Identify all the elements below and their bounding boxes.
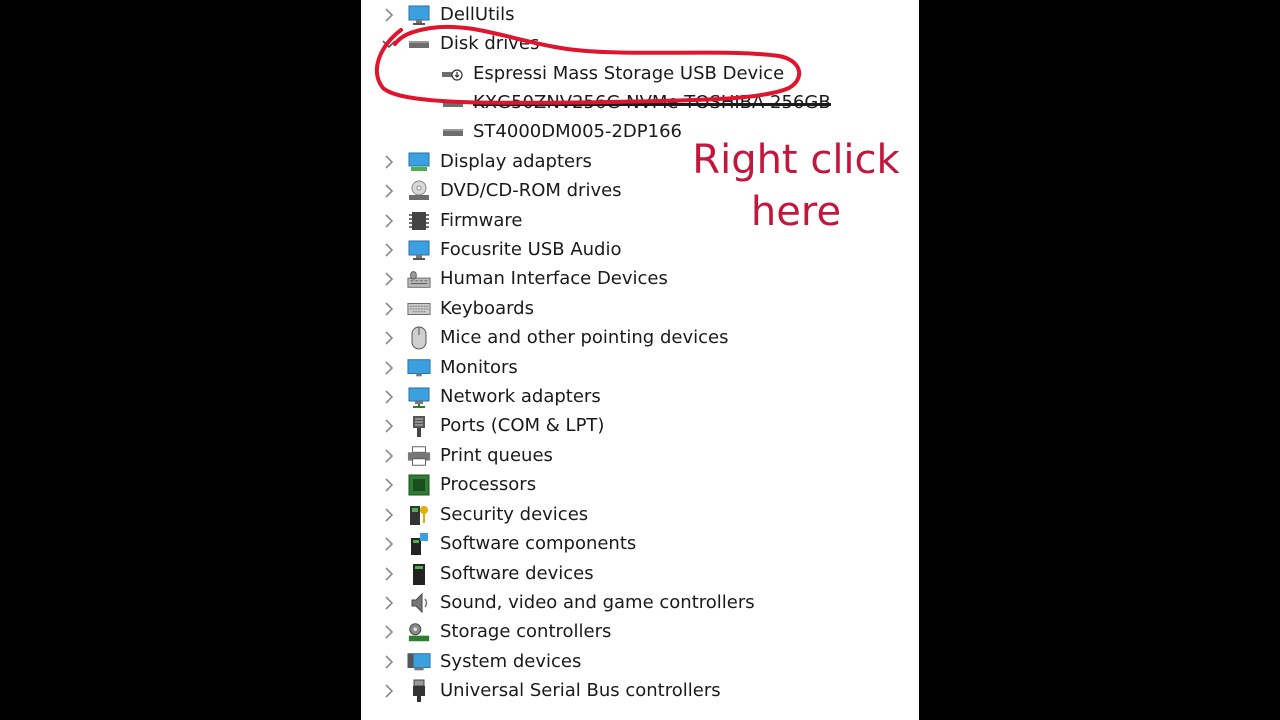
tree-item-label: Software devices [440, 563, 594, 584]
tree-item-label: DellUtils [440, 4, 515, 25]
chevron-right-icon[interactable] [381, 180, 397, 202]
audio-device-icon [407, 238, 431, 262]
system-devices-icon [407, 650, 431, 674]
drive-icon [407, 32, 431, 56]
software-devices-icon [407, 562, 431, 586]
tree-item-label: DVD/CD-ROM drives [440, 180, 622, 201]
tree-item-label: Monitors [440, 357, 518, 378]
firmware-icon [407, 209, 431, 233]
display-adapter-icon [407, 150, 431, 174]
tree-item-label: Security devices [440, 504, 589, 525]
chevron-right-icon[interactable] [381, 268, 397, 290]
tree-item-label: KXG50ZNV256G NVMe TOSHIBA 256GB [473, 92, 831, 113]
tree-item-monitors[interactable]: Monitors [381, 355, 518, 381]
monitor-icon [407, 356, 431, 380]
chevron-right-icon[interactable] [381, 474, 397, 496]
right-click-annotation: Right click here [671, 134, 919, 238]
chevron-right-icon[interactable] [381, 680, 397, 702]
chevron-right-icon[interactable] [381, 533, 397, 555]
tree-item-toshiba-nvme[interactable]: KXG50ZNV256G NVMe TOSHIBA 256GB [441, 90, 831, 116]
keyboard-icon [407, 297, 431, 321]
dvd-icon [407, 179, 431, 203]
chevron-right-icon[interactable] [381, 239, 397, 261]
software-components-icon [407, 532, 431, 556]
tree-item-label: Ports (COM & LPT) [440, 415, 605, 436]
tree-item-storage-controllers[interactable]: Storage controllers [381, 619, 611, 645]
tree-item-display-adapters[interactable]: Display adapters [381, 149, 592, 175]
chevron-right-icon[interactable] [381, 327, 397, 349]
sound-icon [407, 591, 431, 615]
tree-item-label: Software components [440, 533, 637, 554]
tree-item-label: Universal Serial Bus controllers [440, 680, 721, 701]
tree-item-firmware[interactable]: Firmware [381, 208, 523, 234]
port-icon [407, 414, 431, 438]
usb-drive-icon [441, 62, 465, 86]
annotation-line-1: Right click [692, 137, 900, 183]
device-tree: DellUtils Disk drives Espressi Mass Stor… [361, 0, 919, 720]
chevron-right-icon[interactable] [381, 651, 397, 673]
tree-item-network-adapters[interactable]: Network adapters [381, 384, 601, 410]
tree-item-label: Processors [440, 474, 537, 495]
tree-item-processors[interactable]: Processors [381, 472, 536, 498]
processor-icon [407, 473, 431, 497]
storage-controller-icon [407, 620, 431, 644]
tree-item-universal-serial-bus-controllers[interactable]: Universal Serial Bus controllers [381, 678, 721, 704]
tree-item-st4000-drive[interactable]: ST4000DM005-2DP166 [441, 119, 682, 145]
tree-item-label: ST4000DM005-2DP166 [473, 121, 682, 142]
monitor-icon [407, 3, 431, 27]
chevron-right-icon[interactable] [381, 210, 397, 232]
usb-icon [407, 679, 431, 703]
tree-item-label: Focusrite USB Audio [440, 239, 622, 260]
tree-item-label: Mice and other pointing devices [440, 327, 729, 348]
chevron-right-icon[interactable] [381, 504, 397, 526]
tree-item-sound-video-game-controllers[interactable]: Sound, video and game controllers [381, 590, 755, 616]
tree-item-label: Display adapters [440, 151, 592, 172]
tree-item-security-devices[interactable]: Security devices [381, 502, 588, 528]
chevron-right-icon[interactable] [381, 592, 397, 614]
tree-item-keyboards[interactable]: Keyboards [381, 296, 534, 322]
tree-item-espressi-usb-device[interactable]: Espressi Mass Storage USB Device [441, 61, 784, 87]
tree-item-ports-com-lpt[interactable]: Ports (COM & LPT) [381, 413, 604, 439]
drive-icon [441, 91, 465, 115]
device-manager-panel: DellUtils Disk drives Espressi Mass Stor… [361, 0, 919, 720]
chevron-right-icon[interactable] [381, 386, 397, 408]
chevron-right-icon[interactable] [381, 563, 397, 585]
tree-item-label: Network adapters [440, 386, 601, 407]
security-icon [407, 503, 431, 527]
tree-item-dellutils[interactable]: DellUtils [381, 2, 515, 28]
printer-icon [407, 444, 431, 468]
tree-item-label: Espressi Mass Storage USB Device [473, 63, 785, 84]
mouse-icon [407, 326, 431, 350]
tree-item-disk-drives[interactable]: Disk drives [381, 31, 539, 57]
chevron-right-icon[interactable] [381, 357, 397, 379]
tree-item-label: Keyboards [440, 298, 534, 319]
drive-icon [441, 120, 465, 144]
chevron-right-icon[interactable] [381, 445, 397, 467]
tree-item-label: System devices [440, 651, 582, 672]
tree-item-label: Human Interface Devices [440, 268, 668, 289]
tree-item-mice-pointing-devices[interactable]: Mice and other pointing devices [381, 325, 728, 351]
chevron-right-icon[interactable] [381, 298, 397, 320]
chevron-right-icon[interactable] [381, 415, 397, 437]
annotation-line-2: here [750, 189, 842, 235]
tree-item-dvd-cd-rom-drives[interactable]: DVD/CD-ROM drives [381, 178, 622, 204]
tree-item-label: Storage controllers [440, 621, 612, 642]
tree-item-focusrite-usb-audio[interactable]: Focusrite USB Audio [381, 237, 622, 263]
tree-item-software-components[interactable]: Software components [381, 531, 636, 557]
tree-item-label: Firmware [440, 210, 523, 231]
chevron-down-icon[interactable] [381, 33, 397, 55]
tree-item-label: Sound, video and game controllers [440, 592, 755, 613]
network-icon [407, 385, 431, 409]
tree-item-label: Disk drives [440, 33, 540, 54]
tree-item-software-devices[interactable]: Software devices [381, 561, 594, 587]
hid-icon [407, 267, 431, 291]
tree-item-system-devices[interactable]: System devices [381, 649, 581, 675]
chevron-right-icon[interactable] [381, 151, 397, 173]
chevron-right-icon[interactable] [381, 621, 397, 643]
tree-item-label: Print queues [440, 445, 553, 466]
tree-item-print-queues[interactable]: Print queues [381, 443, 553, 469]
tree-item-human-interface-devices[interactable]: Human Interface Devices [381, 266, 668, 292]
chevron-right-icon[interactable] [381, 4, 397, 26]
